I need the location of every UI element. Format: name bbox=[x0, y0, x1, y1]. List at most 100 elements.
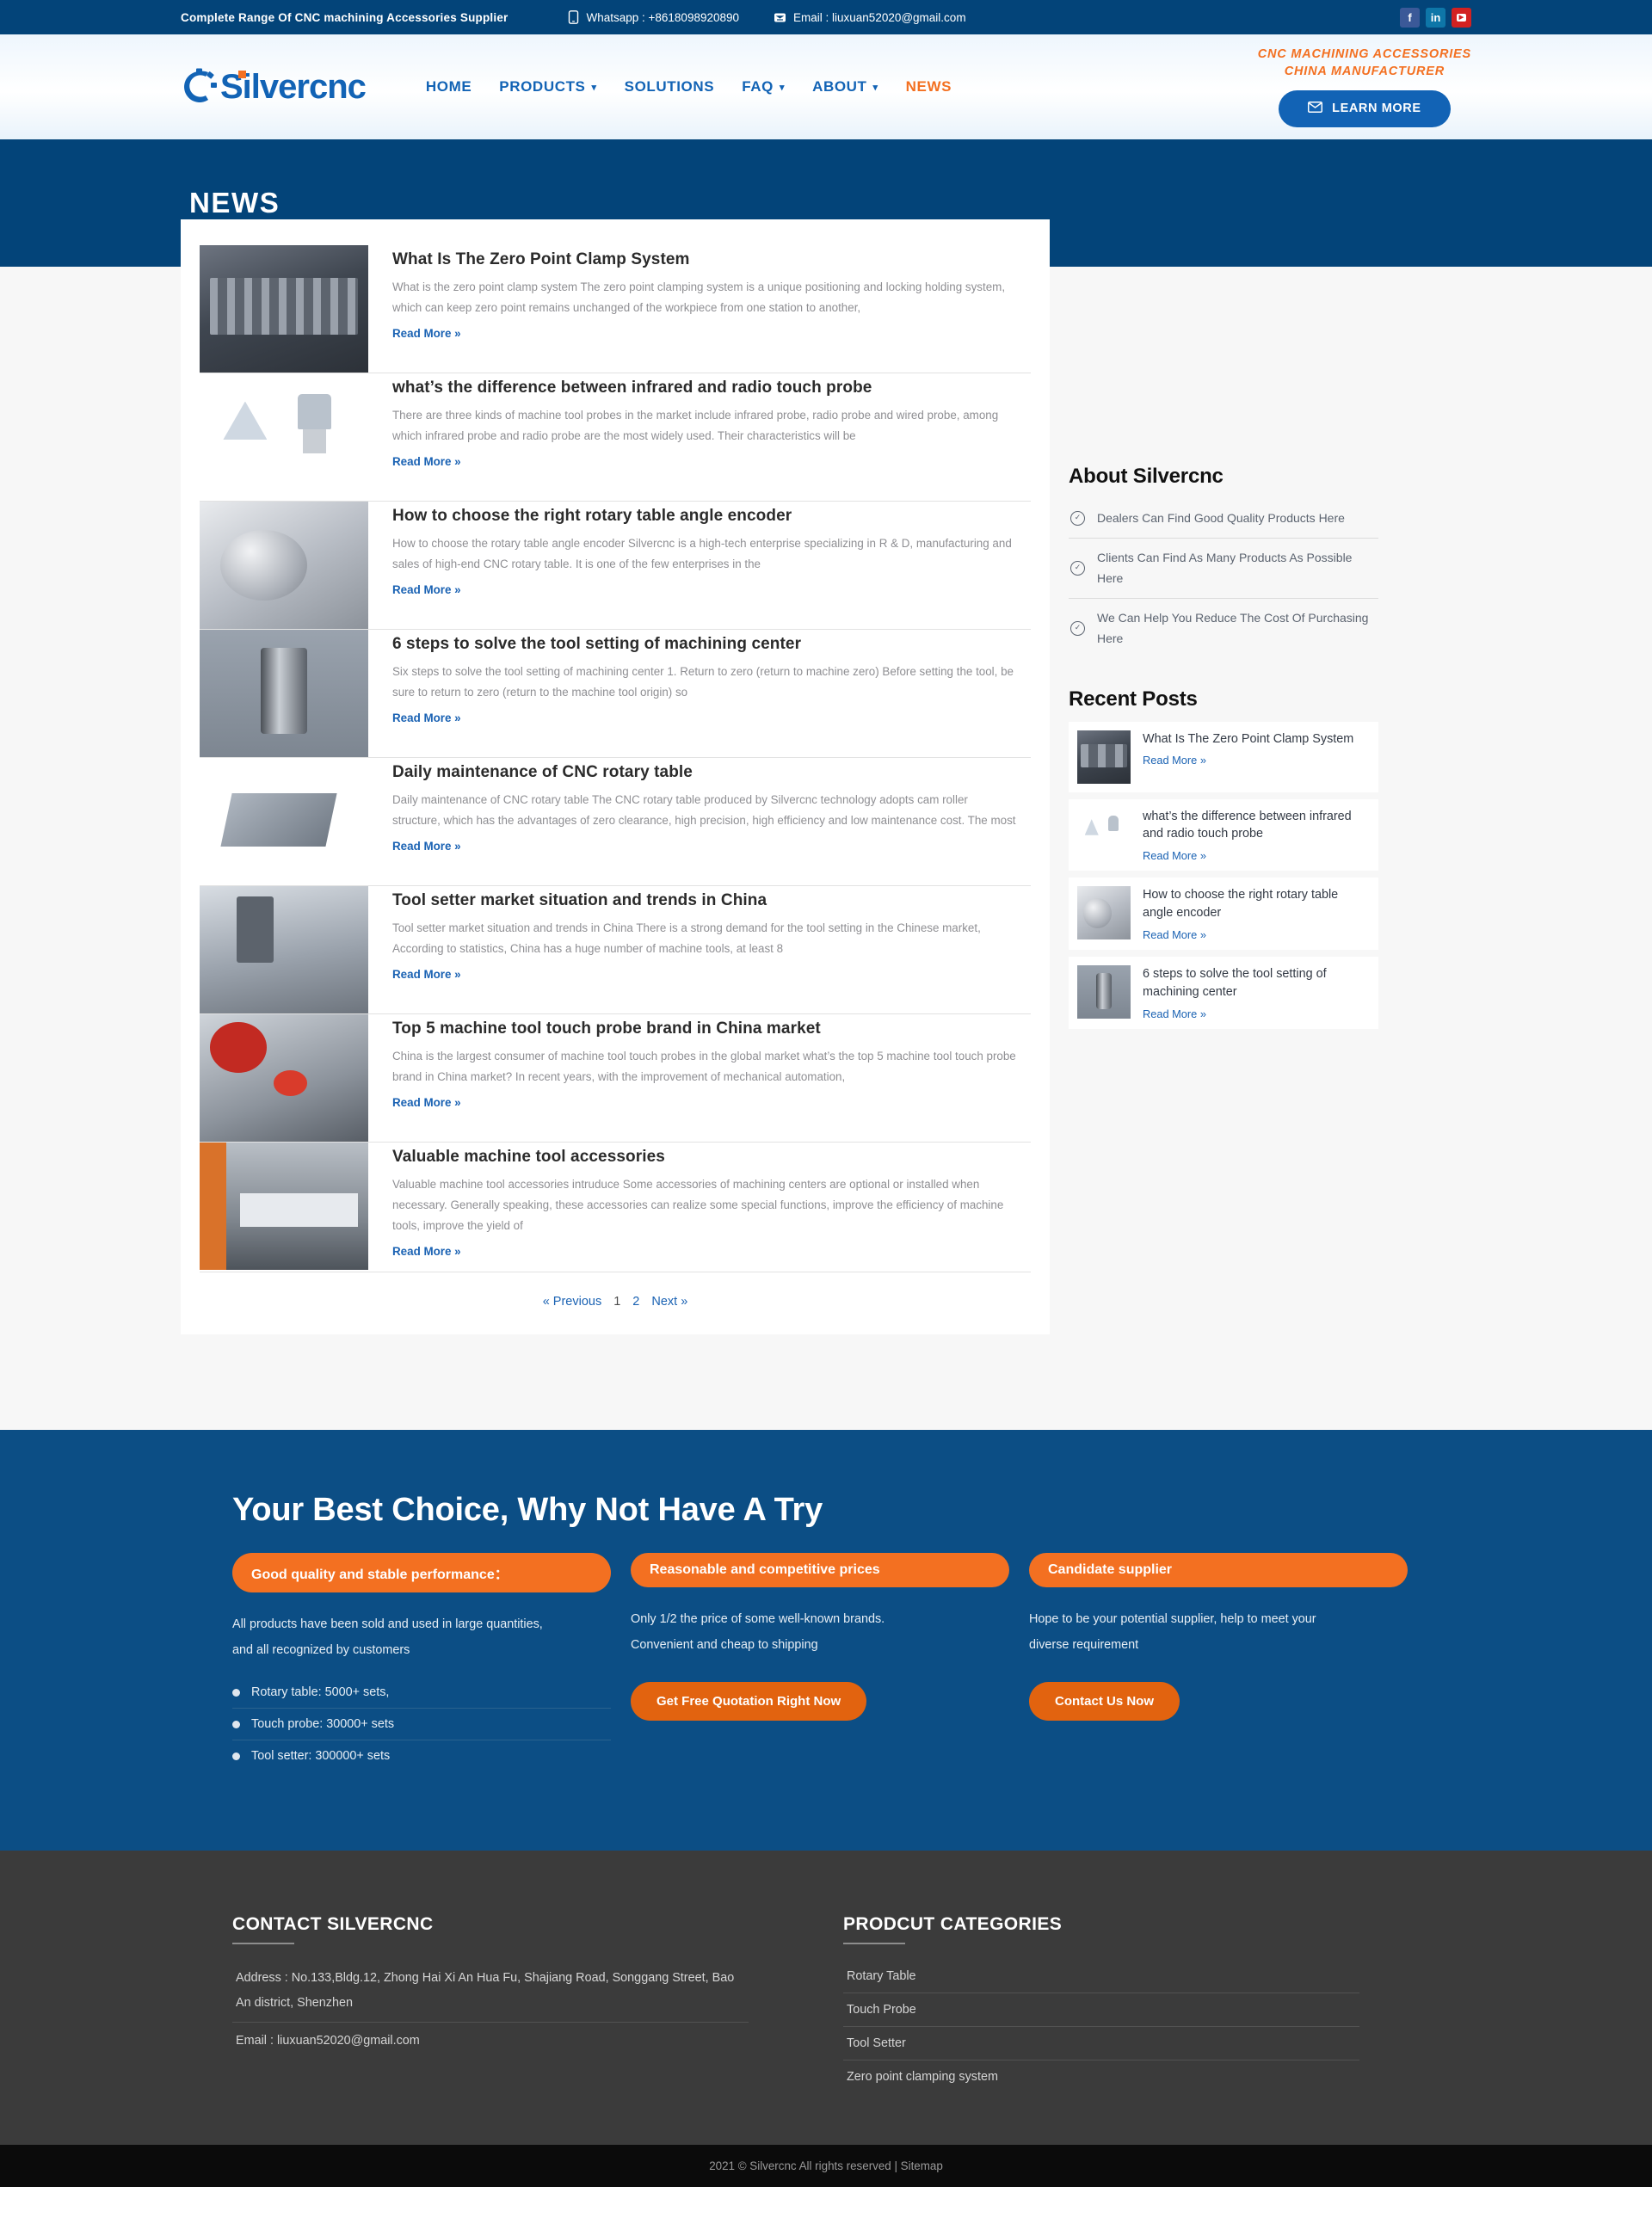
post-excerpt: Valuable machine tool accessories intrud… bbox=[392, 1178, 1004, 1232]
about-item-label: We Can Help You Reduce The Cost Of Purch… bbox=[1097, 610, 1369, 646]
nav-item-about[interactable]: ABOUT ▾ bbox=[812, 78, 878, 95]
sidebar: About Silvercnc ✓ Dealers Can Find Good … bbox=[1069, 219, 1378, 1036]
learn-more-button[interactable]: LEARN MORE bbox=[1279, 89, 1451, 127]
nav-item-solutions[interactable]: SOLUTIONS bbox=[625, 78, 715, 95]
phone-icon bbox=[568, 10, 579, 24]
bullet-dot-icon bbox=[232, 1752, 240, 1760]
facebook-icon[interactable]: f bbox=[1400, 7, 1420, 28]
read-more-link[interactable]: Read More » bbox=[392, 840, 1019, 853]
post-title[interactable]: Tool setter market situation and trends … bbox=[392, 891, 1019, 910]
header-tagline: CNC MACHINING ACCESSORIES CHINA MANUFACT… bbox=[1257, 47, 1471, 78]
read-more-link[interactable]: Read More » bbox=[1143, 754, 1353, 767]
footer-category-touch-probe[interactable]: Touch Probe bbox=[843, 1993, 1359, 2028]
post-thumbnail[interactable] bbox=[200, 630, 368, 757]
post-title[interactable]: 6 steps to solve the tool setting of mac… bbox=[392, 635, 1019, 654]
post-item[interactable]: Tool setter market situation and trends … bbox=[200, 886, 1031, 1014]
recent-post-thumbnail[interactable] bbox=[1077, 807, 1131, 861]
post-thumbnail[interactable] bbox=[200, 886, 368, 1013]
email-contact[interactable]: Email : liuxuan52020@gmail.com bbox=[774, 11, 966, 24]
post-item[interactable]: what’s the difference between infrared a… bbox=[200, 373, 1031, 502]
read-more-link[interactable]: Read More » bbox=[392, 968, 1019, 981]
read-more-link[interactable]: Read More » bbox=[1143, 849, 1370, 862]
check-circle-icon: ✓ bbox=[1070, 620, 1085, 636]
post-thumbnail[interactable] bbox=[200, 245, 368, 373]
read-more-link[interactable]: Read More » bbox=[1143, 1007, 1370, 1020]
whatsapp-label: Whatsapp : +8618098920890 bbox=[586, 10, 740, 24]
cta-column-prices: Reasonable and competitive prices Only 1… bbox=[631, 1552, 1009, 1772]
recent-post-title[interactable]: What Is The Zero Point Clamp System bbox=[1143, 730, 1353, 748]
footer-email[interactable]: Email : liuxuan52020@gmail.com bbox=[232, 2023, 749, 2060]
footer-contact-column: CONTACT SILVERCNC Address : No.133,Bldg.… bbox=[232, 1914, 749, 2093]
nav-item-news[interactable]: NEWS bbox=[906, 78, 952, 95]
post-item[interactable]: How to choose the right rotary table ang… bbox=[200, 502, 1031, 630]
pagination-page-1[interactable]: 1 bbox=[613, 1295, 620, 1309]
read-more-link[interactable]: Read More » bbox=[392, 1096, 1019, 1109]
about-item-label: Clients Can Find As Many Products As Pos… bbox=[1097, 550, 1353, 586]
recent-post-item[interactable]: What Is The Zero Point Clamp System Read… bbox=[1069, 721, 1378, 792]
post-title[interactable]: Top 5 machine tool touch probe brand in … bbox=[392, 1019, 1019, 1038]
get-free-quotation-button[interactable]: Get Free Quotation Right Now bbox=[631, 1682, 867, 1722]
read-more-link[interactable]: Read More » bbox=[392, 455, 1019, 468]
post-thumbnail[interactable] bbox=[200, 1143, 368, 1270]
post-title[interactable]: How to choose the right rotary table ang… bbox=[392, 507, 1019, 526]
post-thumbnail[interactable] bbox=[200, 373, 368, 501]
post-thumbnail[interactable] bbox=[200, 758, 368, 885]
read-more-link[interactable]: Read More » bbox=[392, 1245, 1019, 1258]
about-list: ✓ Dealers Can Find Good Quality Products… bbox=[1069, 499, 1378, 658]
main-content-area: What Is The Zero Point Clamp System What… bbox=[0, 219, 1652, 1430]
footer-category-rotary-table[interactable]: Rotary Table bbox=[843, 1960, 1359, 1994]
read-more-link[interactable]: Read More » bbox=[1143, 928, 1370, 941]
bullet-dot-icon bbox=[232, 1688, 240, 1697]
post-title[interactable]: what’s the difference between infrared a… bbox=[392, 379, 1019, 397]
post-excerpt: How to choose the rotary table angle enc… bbox=[392, 537, 1012, 570]
top-tagline: Complete Range Of CNC machining Accessor… bbox=[181, 10, 509, 24]
pagination-previous[interactable]: « Previous bbox=[543, 1295, 602, 1309]
footer-category-zero-point-clamping-system[interactable]: Zero point clamping system bbox=[843, 2060, 1359, 2093]
post-excerpt: Daily maintenance of CNC rotary table Th… bbox=[392, 793, 1016, 827]
recent-post-item[interactable]: 6 steps to solve the tool setting of mac… bbox=[1069, 957, 1378, 1029]
pagination-next[interactable]: Next » bbox=[651, 1295, 687, 1309]
contact-us-now-button[interactable]: Contact Us Now bbox=[1029, 1682, 1180, 1722]
read-more-link[interactable]: Read More » bbox=[392, 327, 1019, 340]
recent-post-title[interactable]: How to choose the right rotary table ang… bbox=[1143, 886, 1370, 922]
post-excerpt: What is the zero point clamp system The … bbox=[392, 280, 1006, 314]
nav-item-home[interactable]: HOME bbox=[426, 78, 472, 95]
post-item[interactable]: What Is The Zero Point Clamp System What… bbox=[200, 245, 1031, 373]
recent-post-title[interactable]: 6 steps to solve the tool setting of mac… bbox=[1143, 965, 1370, 1001]
chevron-down-icon: ▾ bbox=[872, 82, 878, 93]
pagination-page-2[interactable]: 2 bbox=[632, 1295, 639, 1309]
nav-item-faq[interactable]: FAQ ▾ bbox=[742, 78, 785, 95]
whatsapp-contact[interactable]: Whatsapp : +8618098920890 bbox=[568, 10, 739, 24]
post-thumbnail[interactable] bbox=[200, 1014, 368, 1142]
header-cta-block: CNC MACHINING ACCESSORIES CHINA MANUFACT… bbox=[1257, 46, 1471, 127]
post-thumbnail[interactable] bbox=[200, 502, 368, 629]
post-title[interactable]: What Is The Zero Point Clamp System bbox=[392, 250, 1019, 269]
recent-post-item[interactable]: How to choose the right rotary table ang… bbox=[1069, 878, 1378, 950]
post-item[interactable]: 6 steps to solve the tool setting of mac… bbox=[200, 630, 1031, 758]
recent-post-thumbnail[interactable] bbox=[1077, 730, 1131, 784]
recent-post-thumbnail[interactable] bbox=[1077, 886, 1131, 940]
site-logo[interactable]: Silvercnc bbox=[181, 68, 367, 107]
footer-heading-rule bbox=[232, 1943, 294, 1945]
footer-heading-rule bbox=[843, 1943, 905, 1945]
post-item[interactable]: Top 5 machine tool touch probe brand in … bbox=[200, 1014, 1031, 1143]
linkedin-icon[interactable]: in bbox=[1426, 7, 1446, 28]
post-item[interactable]: Daily maintenance of CNC rotary table Da… bbox=[200, 758, 1031, 886]
cta-bullet: Touch probe: 30000+ sets bbox=[232, 1709, 611, 1741]
footer-category-tool-setter[interactable]: Tool Setter bbox=[843, 2027, 1359, 2061]
footer-address: Address : No.133,Bldg.12, Zhong Hai Xi A… bbox=[232, 1960, 749, 2023]
cta-pill-label: Reasonable and competitive prices bbox=[631, 1552, 1009, 1587]
post-item[interactable]: Valuable machine tool accessories Valuab… bbox=[200, 1143, 1031, 1272]
recent-post-thumbnail[interactable] bbox=[1077, 965, 1131, 1019]
post-title[interactable]: Daily maintenance of CNC rotary table bbox=[392, 763, 1019, 782]
post-title[interactable]: Valuable machine tool accessories bbox=[392, 1148, 1019, 1167]
sitemap-link[interactable]: Sitemap bbox=[901, 2159, 943, 2172]
cta-pill-label: Candidate supplier bbox=[1029, 1552, 1408, 1587]
nav-item-products[interactable]: PRODUCTS ▾ bbox=[499, 78, 596, 95]
recent-post-title[interactable]: what’s the difference between infrared a… bbox=[1143, 808, 1370, 844]
read-more-link[interactable]: Read More » bbox=[392, 711, 1019, 724]
post-list: What Is The Zero Point Clamp System What… bbox=[181, 219, 1050, 1334]
recent-post-item[interactable]: what’s the difference between infrared a… bbox=[1069, 798, 1378, 872]
youtube-icon[interactable]: ▶ bbox=[1452, 7, 1471, 28]
read-more-link[interactable]: Read More » bbox=[392, 583, 1019, 596]
